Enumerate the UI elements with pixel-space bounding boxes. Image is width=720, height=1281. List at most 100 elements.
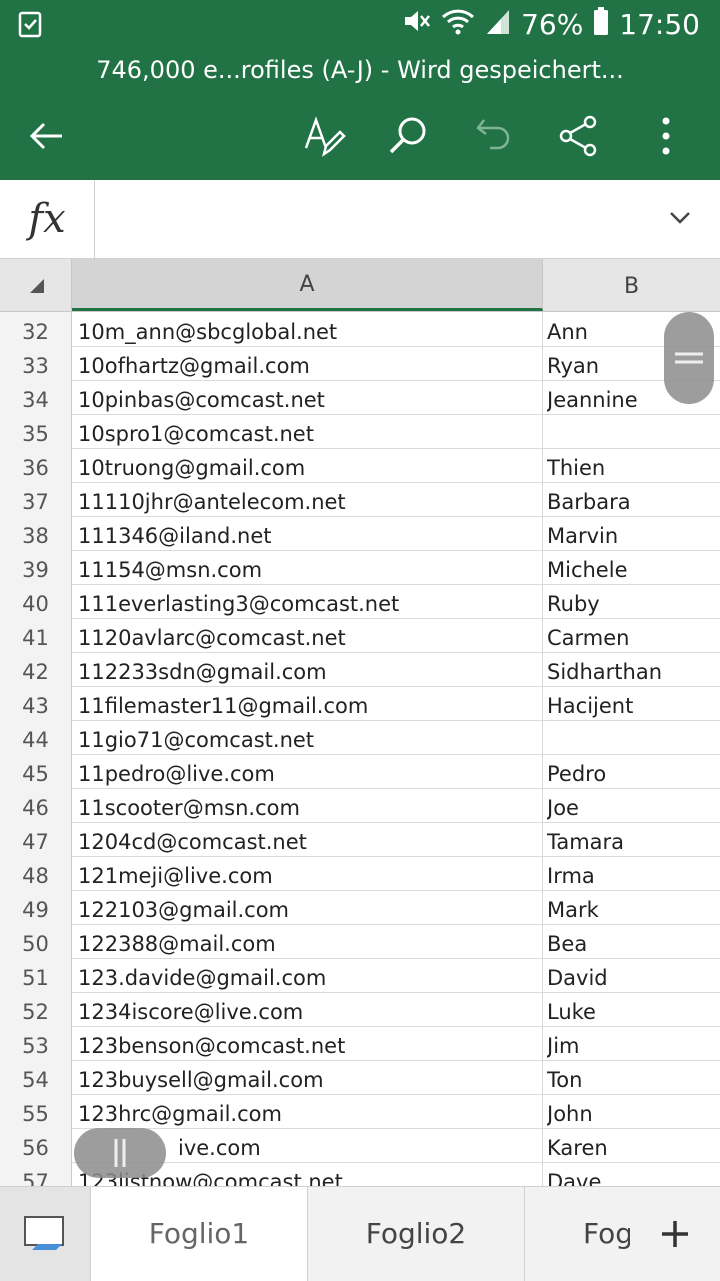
cell-name[interactable]: Ruby bbox=[547, 584, 717, 618]
undo-icon[interactable] bbox=[468, 110, 520, 162]
cell-email[interactable]: 11gio71@comcast.net bbox=[78, 720, 538, 754]
row-number[interactable]: 38 bbox=[0, 516, 72, 550]
cell-name[interactable]: Sidharthan bbox=[547, 652, 717, 686]
cell-name[interactable]: Mark bbox=[547, 890, 717, 924]
cell-name[interactable]: Ton bbox=[547, 1060, 717, 1094]
cell-name[interactable]: Dave bbox=[547, 1162, 717, 1186]
table-row[interactable]: 37 11110jhr@antelecom.net Barbara bbox=[0, 482, 720, 517]
more-vertical-icon[interactable] bbox=[640, 110, 692, 162]
cell-email[interactable]: 1234iscore@live.com bbox=[78, 992, 538, 1026]
cell-name[interactable] bbox=[547, 720, 717, 754]
row-number[interactable]: 56 bbox=[0, 1128, 72, 1162]
cell-name[interactable]: Tamara bbox=[547, 822, 717, 856]
cell-email[interactable]: 123benson@comcast.net bbox=[78, 1026, 538, 1060]
table-row[interactable]: 36 10truong@gmail.com Thien bbox=[0, 448, 720, 483]
cell-name[interactable]: Bea bbox=[547, 924, 717, 958]
cell-name[interactable]: Irma bbox=[547, 856, 717, 890]
row-number[interactable]: 37 bbox=[0, 482, 72, 516]
cell-email[interactable]: 11pedro@live.com bbox=[78, 754, 538, 788]
chevron-down-icon[interactable] bbox=[660, 198, 700, 238]
cell-email[interactable]: 11110jhr@antelecom.net bbox=[78, 482, 538, 516]
row-number[interactable]: 35 bbox=[0, 414, 72, 448]
cell-email[interactable]: 10m_ann@sbcglobal.net bbox=[78, 312, 538, 346]
cell-email[interactable]: 10ofhartz@gmail.com bbox=[78, 346, 538, 380]
table-row[interactable]: 49 122103@gmail.com Mark bbox=[0, 890, 720, 925]
row-number[interactable]: 34 bbox=[0, 380, 72, 414]
row-number[interactable]: 42 bbox=[0, 652, 72, 686]
row-number[interactable]: 44 bbox=[0, 720, 72, 754]
cell-email[interactable]: 111346@iland.net bbox=[78, 516, 538, 550]
column-b-header[interactable]: B bbox=[543, 259, 720, 311]
cell-email[interactable]: 10truong@gmail.com bbox=[78, 448, 538, 482]
column-a-header[interactable]: A bbox=[72, 259, 543, 311]
cell-name[interactable]: Hacijent bbox=[547, 686, 717, 720]
row-number[interactable]: 40 bbox=[0, 584, 72, 618]
cell-email[interactable]: 122388@mail.com bbox=[78, 924, 538, 958]
cell-email[interactable]: 10pinbas@comcast.net bbox=[78, 380, 538, 414]
table-row[interactable]: 52 1234iscore@live.com Luke bbox=[0, 992, 720, 1027]
cell-name[interactable]: Barbara bbox=[547, 482, 717, 516]
row-number[interactable]: 43 bbox=[0, 686, 72, 720]
cell-email[interactable]: 11scooter@msn.com bbox=[78, 788, 538, 822]
row-number[interactable]: 49 bbox=[0, 890, 72, 924]
function-button[interactable]: fx bbox=[0, 180, 95, 258]
row-number[interactable]: 57 bbox=[0, 1162, 72, 1186]
edit-text-icon[interactable] bbox=[298, 110, 350, 162]
row-number[interactable]: 33 bbox=[0, 346, 72, 380]
cell-name[interactable]: Carmen bbox=[547, 618, 717, 652]
row-number[interactable]: 36 bbox=[0, 448, 72, 482]
cell-email[interactable]: 123hrc@gmail.com bbox=[78, 1094, 538, 1128]
vertical-scroll-handle[interactable] bbox=[664, 312, 714, 404]
horizontal-scroll-handle[interactable] bbox=[74, 1128, 166, 1178]
table-row[interactable]: 43 11filemaster11@gmail.com Hacijent bbox=[0, 686, 720, 721]
add-sheet-icon[interactable] bbox=[630, 1187, 720, 1281]
back-arrow-icon[interactable] bbox=[20, 110, 72, 162]
cell-name[interactable]: Michele bbox=[547, 550, 717, 584]
tab-foglio3[interactable]: Fog bbox=[525, 1187, 630, 1281]
row-number[interactable]: 47 bbox=[0, 822, 72, 856]
cell-email[interactable]: 112233sdn@gmail.com bbox=[78, 652, 538, 686]
row-number[interactable]: 48 bbox=[0, 856, 72, 890]
table-row[interactable]: 35 10spro1@comcast.net bbox=[0, 414, 720, 449]
search-icon[interactable] bbox=[382, 110, 434, 162]
row-number[interactable]: 51 bbox=[0, 958, 72, 992]
cell-email[interactable]: 123.davide@gmail.com bbox=[78, 958, 538, 992]
cell-name[interactable]: Marvin bbox=[547, 516, 717, 550]
table-row[interactable]: 39 11154@msn.com Michele bbox=[0, 550, 720, 585]
table-row[interactable]: 34 10pinbas@comcast.net Jeannine bbox=[0, 380, 720, 415]
spreadsheet-grid[interactable]: 32 10m_ann@sbcglobal.net Ann 33 10ofhartz@g… bbox=[0, 312, 720, 1186]
cell-name[interactable]: Thien bbox=[547, 448, 717, 482]
cell-name[interactable]: Luke bbox=[547, 992, 717, 1026]
cell-email[interactable]: 111everlasting3@comcast.net bbox=[78, 584, 538, 618]
table-row[interactable]: 50 122388@mail.com Bea bbox=[0, 924, 720, 959]
cell-name[interactable]: David bbox=[547, 958, 717, 992]
cell-name[interactable] bbox=[547, 414, 717, 448]
table-row[interactable]: 38 111346@iland.net Marvin bbox=[0, 516, 720, 551]
row-number[interactable]: 53 bbox=[0, 1026, 72, 1060]
row-number[interactable]: 50 bbox=[0, 924, 72, 958]
table-row[interactable]: 33 10ofhartz@gmail.com Ryan bbox=[0, 346, 720, 381]
cell-email[interactable]: 11filemaster11@gmail.com bbox=[78, 686, 538, 720]
cell-email[interactable]: 1204cd@comcast.net bbox=[78, 822, 538, 856]
table-row[interactable]: 42 112233sdn@gmail.com Sidharthan bbox=[0, 652, 720, 687]
formula-input[interactable] bbox=[96, 180, 656, 258]
cell-name[interactable]: John bbox=[547, 1094, 717, 1128]
row-number[interactable]: 55 bbox=[0, 1094, 72, 1128]
table-row[interactable]: 44 11gio71@comcast.net bbox=[0, 720, 720, 755]
row-number[interactable]: 45 bbox=[0, 754, 72, 788]
table-row[interactable]: 55 123hrc@gmail.com John bbox=[0, 1094, 720, 1129]
table-row[interactable]: 47 1204cd@comcast.net Tamara bbox=[0, 822, 720, 857]
tab-foglio2[interactable]: Foglio2 bbox=[308, 1187, 525, 1281]
row-number[interactable]: 54 bbox=[0, 1060, 72, 1094]
table-row[interactable]: 46 11scooter@msn.com Joe bbox=[0, 788, 720, 823]
table-row[interactable]: 48 121meji@live.com Irma bbox=[0, 856, 720, 891]
cell-name[interactable]: Joe bbox=[547, 788, 717, 822]
row-number[interactable]: 46 bbox=[0, 788, 72, 822]
table-row[interactable]: 40 111everlasting3@comcast.net Ruby bbox=[0, 584, 720, 619]
table-row[interactable]: 51 123.davide@gmail.com David bbox=[0, 958, 720, 993]
sheets-overview-icon[interactable] bbox=[0, 1187, 91, 1281]
table-row[interactable]: 41 1120avlarc@comcast.net Carmen bbox=[0, 618, 720, 653]
cell-email[interactable]: 122103@gmail.com bbox=[78, 890, 538, 924]
cell-email[interactable]: 121meji@live.com bbox=[78, 856, 538, 890]
row-number[interactable]: 52 bbox=[0, 992, 72, 1026]
